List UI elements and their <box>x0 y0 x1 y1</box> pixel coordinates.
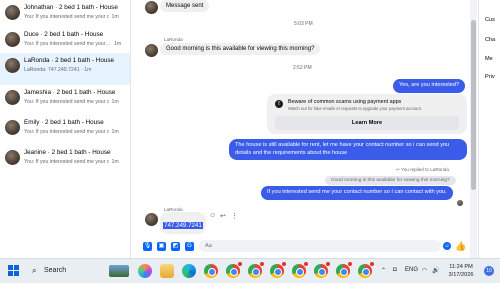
chrome-icon[interactable] <box>270 261 287 278</box>
like-icon[interactable]: 👍 <box>455 241 466 251</box>
weather-widget-icon[interactable] <box>109 265 129 277</box>
chrome-icon[interactable] <box>292 261 309 278</box>
info-panel-item[interactable]: Cha <box>485 37 495 43</box>
conversation-item-active[interactable]: LaRonda · 2 bed 1 bath - House LaRonda: … <box>0 53 130 85</box>
timestamp: 5:03 PM <box>294 21 313 27</box>
message-composer: 🎙 ▣ ◩ G ☺ 👍 <box>137 235 470 258</box>
message-bubble-outgoing: If you interested send me your contact n… <box>261 186 453 200</box>
volume-icon[interactable]: 🔊 <box>432 267 439 274</box>
message-bubble-incoming: 747.249.7241 <box>160 212 206 234</box>
more-options-icon[interactable]: ⋮ <box>231 212 238 220</box>
gif-icon[interactable]: G <box>185 242 194 251</box>
chrome-icon[interactable] <box>226 261 243 278</box>
conversation-preview: LaRonda: 747.249.7241 · 1m <box>24 67 92 73</box>
sticker-icon[interactable]: ◩ <box>171 242 180 251</box>
reply-note: ↩ You replied to LaRonda <box>396 167 449 172</box>
conversation-name: LaRonda · 2 bed 1 bath - House <box>24 57 114 64</box>
conversation-item[interactable]: Emily · 2 bed 1 bath - House You: If you… <box>0 115 130 147</box>
system-clock[interactable]: 11:24 PM 3/17/2026 <box>440 263 482 279</box>
avatar <box>5 150 20 165</box>
chrome-icon[interactable] <box>336 261 353 278</box>
chrome-icon[interactable] <box>358 261 375 278</box>
image-icon[interactable]: ▣ <box>157 242 166 251</box>
language-indicator[interactable]: ENG <box>405 267 418 273</box>
edge-icon[interactable] <box>182 264 196 278</box>
microphone-icon[interactable]: 🎙 <box>143 242 152 251</box>
conversation-time: 1m <box>114 41 122 47</box>
chrome-icon[interactable] <box>248 261 265 278</box>
quoted-message: Good morning is this available for viewi… <box>325 176 456 185</box>
right-info-panel: Cus Cha Me Priv <box>478 0 500 258</box>
conversation-name: Jameshia · 2 bed 1 bath - House <box>24 89 116 96</box>
chat-thread: Message sent 5:03 PM LaRonda Good mornin… <box>137 0 470 258</box>
avatar <box>5 32 20 47</box>
conversation-preview: You: If you interested send me your c <box>24 14 110 20</box>
notification-badge[interactable]: 10 <box>484 266 494 276</box>
clock-date: 3/17/2026 <box>448 272 474 278</box>
conversation-name: Jeanine · 2 bed 1 bath - House <box>24 149 111 156</box>
info-panel-item[interactable]: Priv <box>485 74 495 80</box>
conversation-name: Duce · 2 bed 1 bath - House <box>24 31 104 38</box>
conversation-preview: You: If you interested send me your c <box>24 99 110 105</box>
file-explorer-icon[interactable] <box>160 264 174 278</box>
conversation-item[interactable]: Jeanine · 2 bed 1 bath - House You: If y… <box>0 145 130 177</box>
conversation-list: Johnathan · 2 bed 1 bath - House You: If… <box>0 0 131 258</box>
learn-more-button[interactable]: Learn More <box>275 116 459 130</box>
chat-scrollbar[interactable] <box>470 0 477 258</box>
clock-time: 11:24 PM <box>449 264 473 270</box>
taskbar-search[interactable]: ⌕ Search <box>30 265 80 278</box>
timestamp: 2:52 PM <box>293 65 312 71</box>
search-label: Search <box>44 267 67 274</box>
message-bubble-incoming: Good morning is this available for viewi… <box>160 43 321 55</box>
wifi-icon[interactable]: ◠ <box>422 267 427 274</box>
conversation-item[interactable]: Jameshia · 2 bed 1 bath - House You: If … <box>0 85 130 117</box>
message-bubble-incoming: Message sent <box>160 0 210 12</box>
warning-icon: ! <box>275 100 283 108</box>
scroll-thumb[interactable] <box>471 20 476 190</box>
avatar <box>5 120 20 135</box>
search-icon: ⌕ <box>32 266 37 275</box>
scam-warning-card: ! Beware of common scams using payment a… <box>267 94 467 134</box>
contact-avatar <box>145 44 158 57</box>
conversation-time: 1m <box>111 129 119 135</box>
warning-subtitle: Watch out for fake emails or requests to… <box>288 106 422 111</box>
conversation-time: 1m <box>111 159 119 165</box>
message-input[interactable] <box>199 240 441 252</box>
reply-icon[interactable]: ↩ <box>220 212 226 220</box>
avatar <box>5 5 20 20</box>
warning-title: Beware of common scams using payment app… <box>288 99 402 105</box>
show-hidden-icons-chevron-icon[interactable]: ⌃ <box>381 267 386 274</box>
react-icon[interactable]: ☺ <box>209 212 216 219</box>
emoji-icon[interactable]: ☺ <box>443 242 451 250</box>
taskbar: ⌕ Search ⌃ ◘ ENG ◠ 🔊 11:24 PM 3/17/2026 … <box>0 258 500 283</box>
contact-avatar <box>145 213 158 226</box>
info-panel-item[interactable]: Me <box>485 56 493 62</box>
chrome-icon[interactable] <box>314 261 331 278</box>
message-bubble-outgoing: The house is still available for rent, l… <box>229 139 467 161</box>
conversation-time: 1m <box>111 14 119 20</box>
avatar <box>5 90 20 105</box>
conversation-preview: You: If you interested send me your co <box>24 41 112 47</box>
contact-avatar <box>145 1 158 14</box>
conversation-time: 1m <box>111 99 119 105</box>
sender-name: LaRonda <box>164 37 183 42</box>
conversation-name: Emily · 2 bed 1 bath - House <box>24 119 104 126</box>
conversation-preview: You: If you interested send me your c <box>24 159 110 165</box>
selected-phone-number[interactable]: 747.249.7241 <box>163 222 203 229</box>
windows-start-icon[interactable] <box>8 265 20 277</box>
conversation-name: Johnathan · 2 bed 1 bath - House <box>24 4 118 11</box>
info-panel-item[interactable]: Cus <box>485 17 495 23</box>
message-bubble-outgoing: Yes, are you interested? <box>393 79 466 93</box>
messenger-window: Johnathan · 2 bed 1 bath - House You: If… <box>0 0 500 258</box>
chrome-icon[interactable] <box>204 264 218 278</box>
read-receipt-avatar <box>457 200 463 206</box>
copilot-icon[interactable] <box>138 264 152 278</box>
avatar <box>5 58 20 73</box>
conversation-preview: You: If you interested send me your c <box>24 129 110 135</box>
tray-app-icon[interactable]: ◘ <box>393 267 397 273</box>
